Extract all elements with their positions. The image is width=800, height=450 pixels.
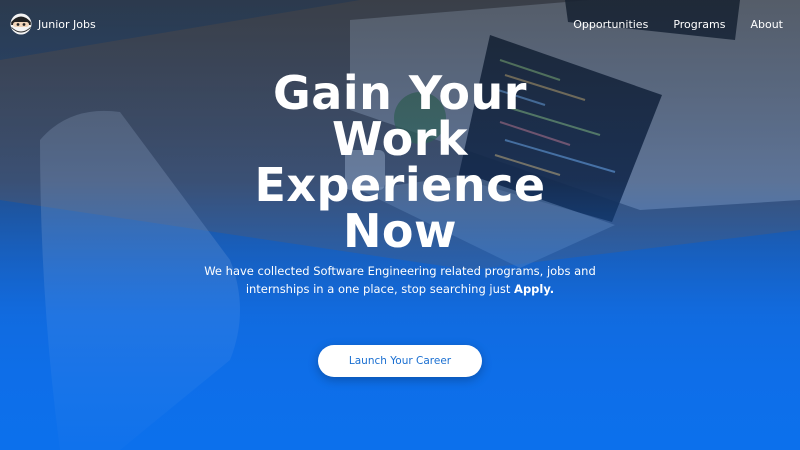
- top-navigation: Junior Jobs Opportunities Programs About: [0, 0, 800, 48]
- hero-subtitle-emphasis: Apply.: [514, 282, 555, 296]
- hero-headline: Gain Your Work Experience Now: [254, 66, 546, 258]
- nav-link-about[interactable]: About: [750, 18, 783, 31]
- hero-subtitle: We have collected Software Engineering r…: [200, 262, 600, 298]
- brand[interactable]: Junior Jobs: [10, 13, 96, 35]
- nav-link-programs[interactable]: Programs: [673, 18, 725, 31]
- brand-name: Junior Jobs: [38, 17, 96, 31]
- nav-links: Opportunities Programs About: [573, 18, 783, 31]
- ninja-avatar-icon: [10, 13, 32, 35]
- launch-career-button[interactable]: Launch Your Career: [318, 345, 482, 377]
- nav-link-opportunities[interactable]: Opportunities: [573, 18, 648, 31]
